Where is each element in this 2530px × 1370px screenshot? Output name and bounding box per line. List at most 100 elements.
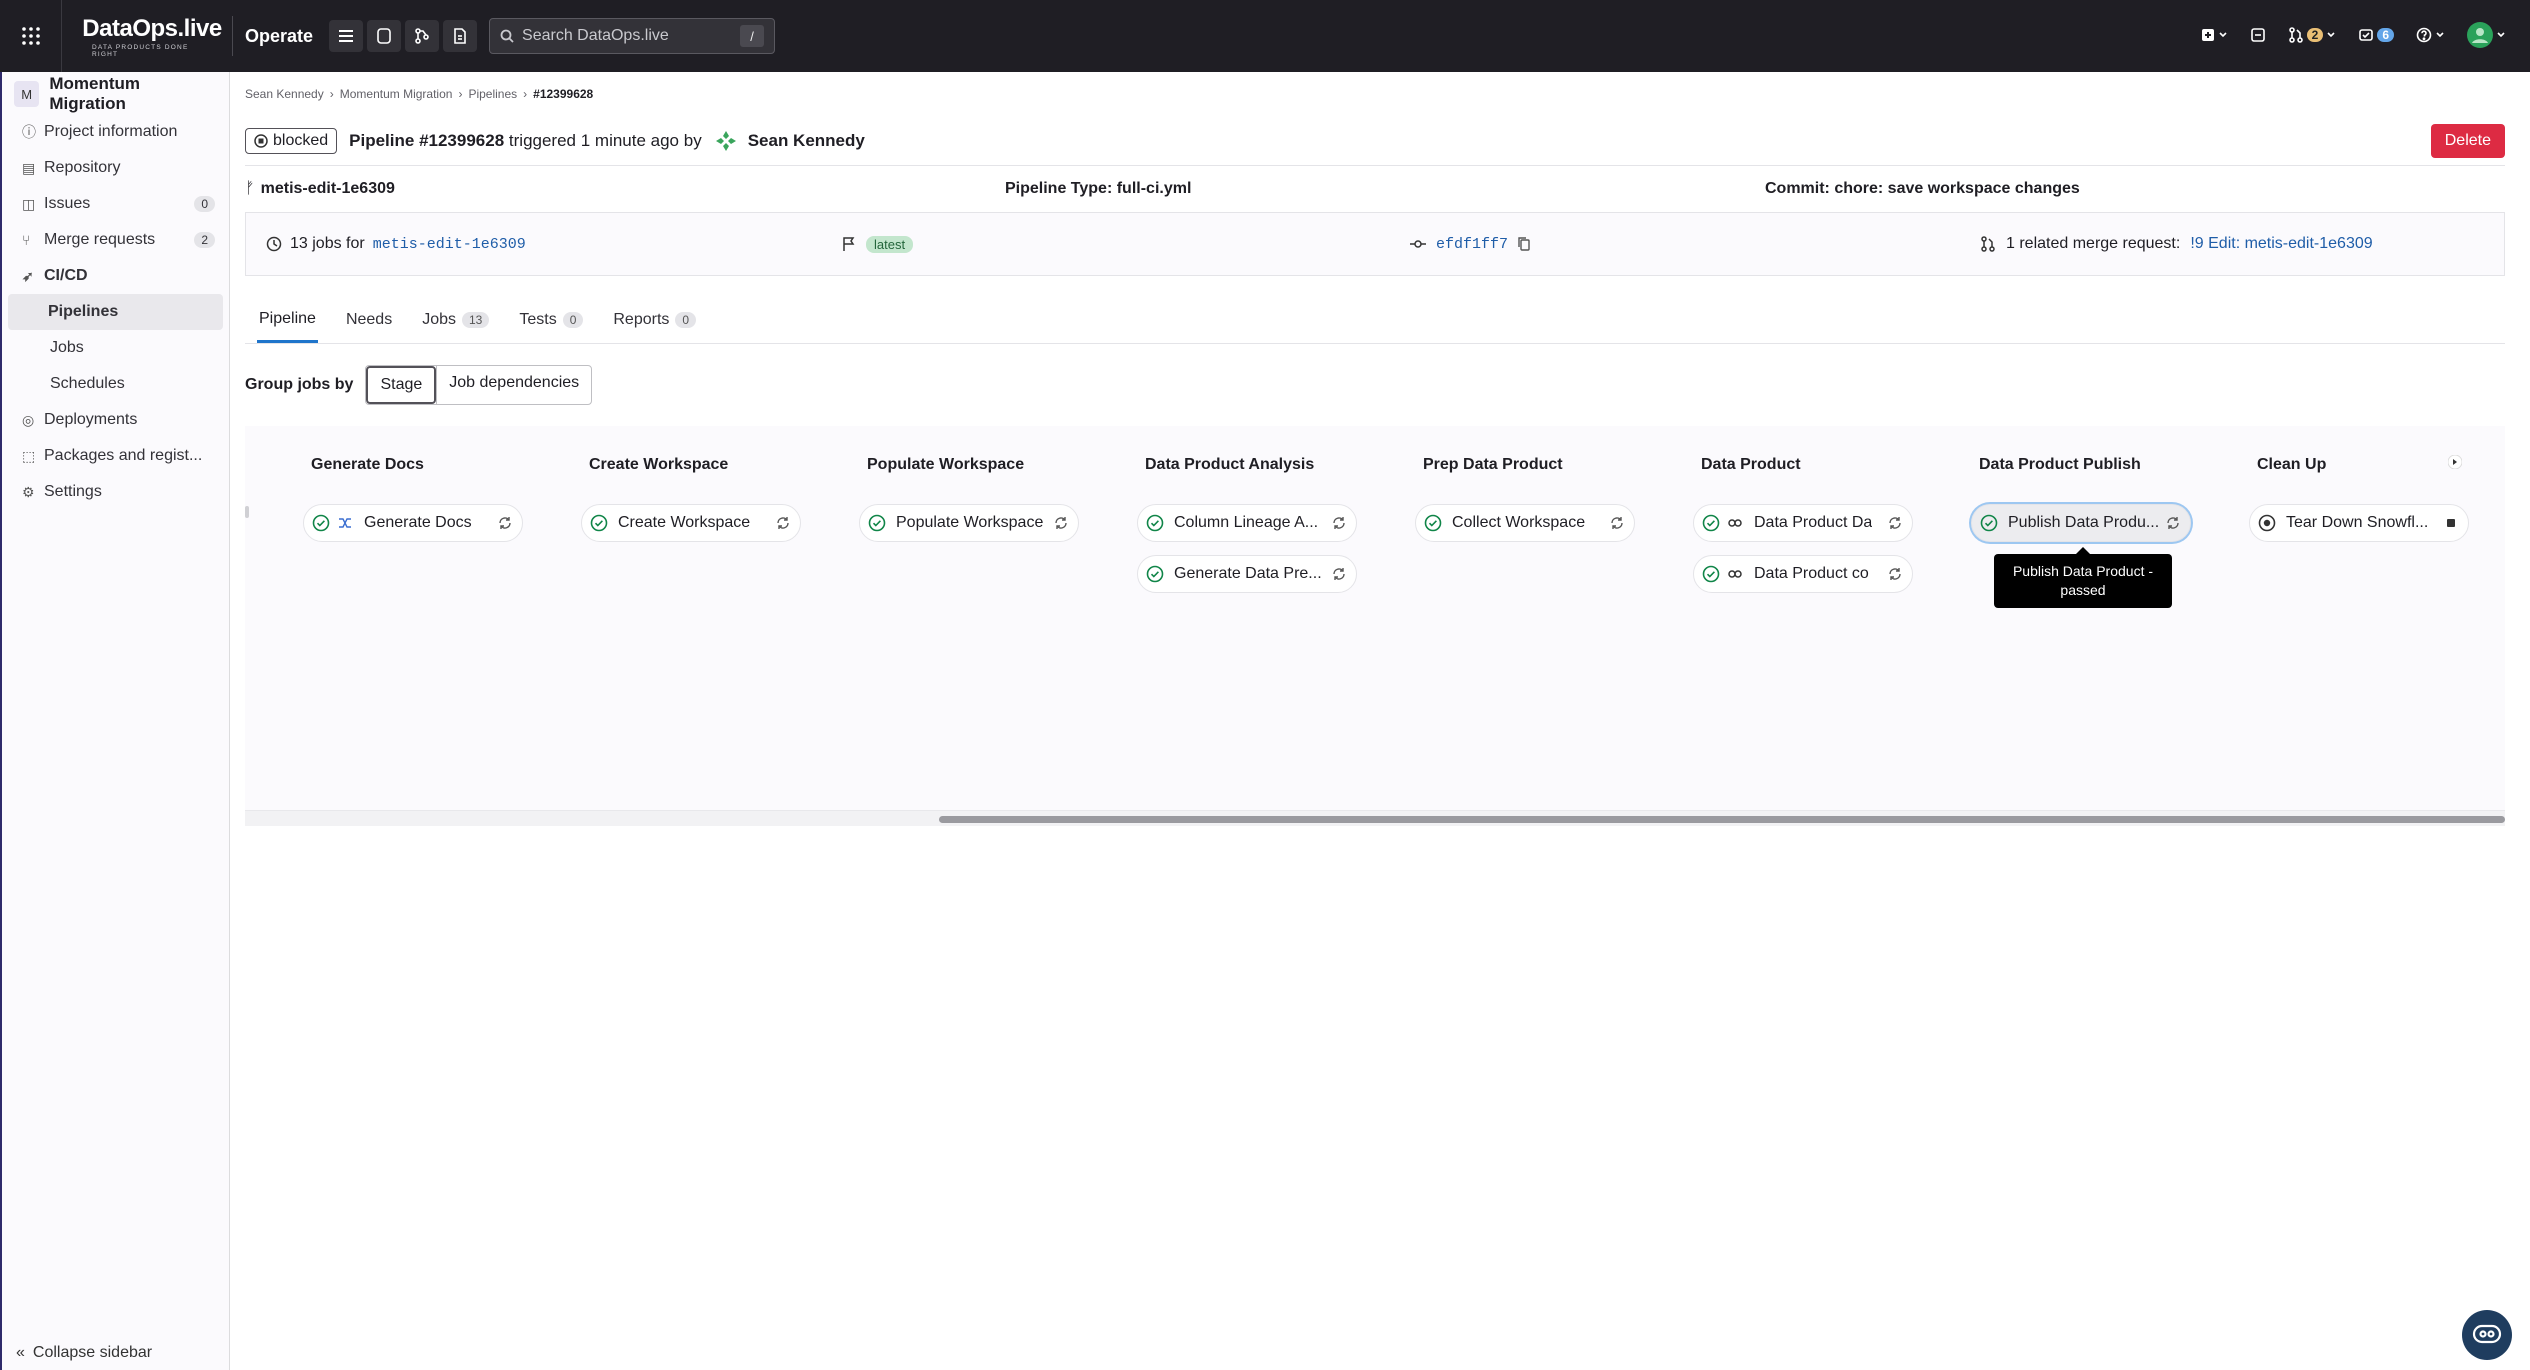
scroll-indicator (245, 506, 249, 518)
search-input[interactable]: Search DataOps.live / (489, 18, 776, 54)
breadcrumb-pipelines[interactable]: Pipelines (468, 87, 517, 101)
horizontal-scrollbar[interactable] (245, 810, 2505, 826)
merge-request-icon (2288, 27, 2303, 43)
triggered-by-user[interactable]: Sean Kennedy (748, 131, 865, 151)
sidebar-item-repository[interactable]: ▤ Repository (2, 150, 229, 186)
job-name: Populate Workspace (896, 514, 1044, 531)
scroll-right-icon[interactable] (2448, 455, 2462, 469)
sidebar-item-pipelines[interactable]: Pipelines (8, 294, 223, 330)
job-card[interactable]: Generate Docs (303, 504, 523, 542)
retry-icon[interactable] (1330, 565, 1348, 583)
retry-icon[interactable] (2164, 514, 2182, 532)
app-switcher-button[interactable] (0, 0, 62, 72)
issues-button[interactable] (2244, 18, 2272, 52)
status-badge[interactable]: blocked (245, 127, 338, 154)
user-avatar (713, 128, 738, 153)
context-label: Operate (245, 25, 314, 46)
job-card[interactable]: Create Workspace (581, 504, 801, 542)
divider (232, 16, 233, 56)
tab-needs[interactable]: Needs (344, 297, 394, 343)
job-card[interactable]: Column Lineage A... (1137, 504, 1357, 542)
tab-tests[interactable]: Tests 0 (517, 297, 585, 343)
job-name: Collect Workspace (1452, 514, 1586, 531)
sidebar-item-cicd[interactable]: ➶ CI/CD (2, 258, 229, 294)
group-toggle: Stage Job dependencies (365, 365, 593, 405)
create-new-button[interactable] (2195, 18, 2234, 52)
job-card[interactable]: Tear Down Snowfl... (2249, 504, 2469, 542)
job-card[interactable]: Collect Workspace (1415, 504, 1635, 542)
success-status-icon (868, 514, 886, 532)
collapse-sidebar-button[interactable]: « Collapse sidebar (16, 1344, 152, 1362)
sidebar-item-issues[interactable]: ◫ Issues 0 (2, 186, 229, 222)
copy-icon[interactable] (1518, 237, 1530, 251)
pipeline-graph[interactable]: Publish Data Product - passed Generate D… (245, 426, 2505, 826)
chat-assistant-button[interactable] (2462, 1310, 2512, 1360)
tab-jobs[interactable]: Jobs 13 (420, 297, 491, 343)
breadcrumb-current[interactable]: #12399628 (533, 87, 593, 101)
commit-icon (1410, 240, 1426, 248)
stop-icon[interactable] (2442, 514, 2460, 532)
pipeline-header: blocked Pipeline #12399628 triggered 1 m… (245, 116, 2505, 166)
project-header[interactable]: M Momentum Migration (2, 74, 229, 114)
brand-logo[interactable]: DataOps.live DATA PRODUCTS DONE RIGHT (82, 15, 222, 58)
collapse-sidebar-label: Collapse sidebar (32, 1344, 153, 1361)
job-card[interactable]: Generate Data Pre... (1137, 555, 1357, 593)
delete-button[interactable]: Delete (2430, 123, 2505, 158)
sidebar-item-schedules[interactable]: Schedules (2, 366, 229, 402)
chat-icon (2472, 1324, 2502, 1344)
mr-count-badge: 2 (2306, 28, 2324, 42)
snippets-shortcut-button[interactable] (443, 20, 478, 52)
breadcrumb-project[interactable]: Momentum Migration (340, 87, 453, 101)
branch-name[interactable]: metis-edit-1e6309 (261, 180, 395, 198)
sidebar-item-project-information[interactable]: ⓘ Project information (2, 114, 229, 150)
retry-icon[interactable] (496, 514, 514, 532)
todos-button[interactable]: 6 (2352, 18, 2400, 52)
sidebar-item-deployments[interactable]: ◎ Deployments (2, 402, 229, 438)
job-card[interactable]: Data Product Da (1693, 504, 1913, 542)
breadcrumb: Sean Kennedy › Momentum Migration › Pipeli… (245, 72, 2505, 116)
sidebar-item-settings[interactable]: ⚙ Settings (2, 474, 229, 510)
group-by-stage-button[interactable]: Stage (366, 366, 437, 404)
merge-shortcut-button[interactable] (405, 20, 440, 52)
sidebar-item-jobs[interactable]: Jobs (2, 330, 229, 366)
help-button[interactable] (2410, 18, 2451, 52)
chevron-down-icon (2327, 32, 2335, 38)
stage-title: Create Workspace (589, 456, 729, 473)
retry-icon[interactable] (1886, 565, 1904, 583)
job-name: Publish Data Produ... (2008, 514, 2160, 531)
doc-icon: ▤ (22, 159, 36, 176)
retry-icon[interactable] (1330, 514, 1348, 532)
group-by-dependencies-button[interactable]: Job dependencies (436, 366, 591, 404)
retry-icon[interactable] (1052, 514, 1070, 532)
menu-button[interactable] (329, 20, 364, 52)
issues-count: 0 (194, 196, 215, 212)
tab-pipeline[interactable]: Pipeline (257, 297, 318, 343)
related-mr-link[interactable]: !9 Edit: metis-edit-1e6309 (2190, 235, 2372, 253)
user-menu-button[interactable] (2461, 18, 2512, 52)
breadcrumb-user[interactable]: Sean Kennedy (245, 87, 324, 101)
todo-count-badge: 6 (2377, 28, 2394, 42)
job-tooltip: Publish Data Product - passed (1994, 547, 2172, 608)
issues-icon: ◫ (22, 195, 36, 212)
merge-requests-button[interactable]: 2 (2282, 18, 2343, 52)
issues-shortcut-button[interactable] (367, 20, 402, 52)
jobs-branch-link[interactable]: metis-edit-1e6309 (373, 236, 526, 253)
scrollbar-thumb[interactable] (939, 816, 2505, 823)
commit-message: Commit: chore: save workspace changes (1765, 180, 2080, 197)
retry-icon[interactable] (774, 514, 792, 532)
success-status-icon (590, 514, 608, 532)
commit-sha-link[interactable]: efdf1ff7 (1436, 236, 1508, 253)
merge-icon: ⑂ (22, 232, 31, 248)
retry-icon[interactable] (1608, 514, 1626, 532)
sidebar-item-label: Project information (44, 123, 178, 140)
sidebar-item-packages[interactable]: ⬚ Packages and regist... (2, 438, 229, 474)
job-card[interactable]: Populate Workspace (859, 504, 1079, 542)
tab-reports[interactable]: Reports 0 (611, 297, 698, 343)
hamburger-icon (339, 30, 354, 42)
job-card[interactable]: Publish Data Produ... (1971, 504, 2191, 542)
job-card[interactable]: Data Product co (1693, 555, 1913, 593)
sidebar-item-merge-requests[interactable]: ⑂ Merge requests 2 (2, 222, 229, 258)
gear-icon: ⚙ (22, 483, 35, 500)
document-icon (454, 28, 466, 44)
retry-icon[interactable] (1886, 514, 1904, 532)
